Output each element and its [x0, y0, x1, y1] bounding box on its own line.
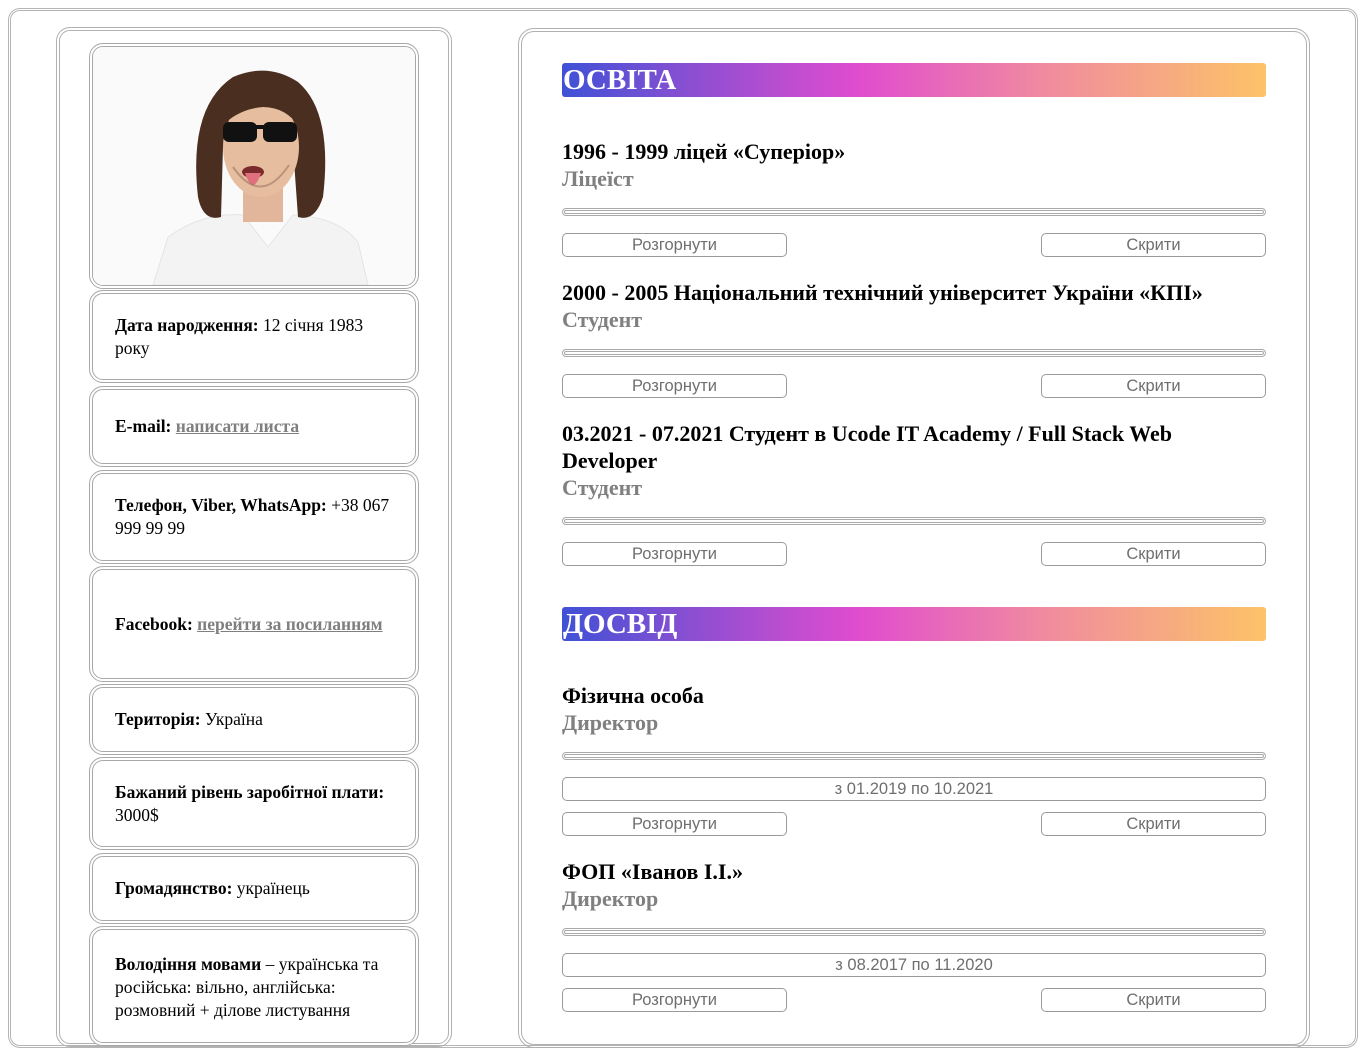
- hide-button[interactable]: Скрити: [1041, 542, 1266, 566]
- hide-button[interactable]: Скрити: [1041, 233, 1266, 257]
- birthdate-card: Дата народження: 12 січня 1983 року: [89, 290, 419, 383]
- languages-card: Володіння мовами – українська та російсь…: [89, 926, 419, 1046]
- territory-label: Територія:: [115, 709, 201, 729]
- salary-card: Бажаний рівень заробітної плати: 3000$: [89, 757, 419, 850]
- email-text: E-mail: написати листа: [115, 415, 395, 438]
- salary-label: Бажаний рівень заробітної плати:: [115, 781, 385, 802]
- territory-card: Територія: Україна: [89, 684, 419, 755]
- education-entry-title: 2000 - 2005 Національний технічний уніве…: [562, 280, 1203, 305]
- experience-period: з 01.2019 по 10.2021: [562, 777, 1266, 801]
- languages-label: Володіння мовами: [115, 954, 262, 974]
- experience-entry-title: ФОП «Іванов І.І.»: [562, 859, 743, 884]
- facebook-text: Facebook: перейти за посиланням: [115, 607, 395, 641]
- expand-button[interactable]: Розгорнути: [562, 233, 787, 257]
- avatar: [93, 47, 415, 285]
- experience-entry-title: Фізична особа: [562, 683, 704, 708]
- facebook-card: Facebook: перейти за посиланням: [89, 566, 419, 682]
- phone-text: Телефон, Viber, WhatsApp: +38 067 999 99…: [115, 494, 395, 540]
- education-entry-role: Студент: [562, 307, 643, 332]
- education-heading: ОСВІТА: [562, 63, 1266, 97]
- hide-button[interactable]: Скрити: [1041, 988, 1266, 1012]
- experience-heading: ДОСВІД: [562, 607, 1266, 641]
- experience-entry-role: Директор: [562, 886, 659, 911]
- hide-button[interactable]: Скрити: [1041, 374, 1266, 398]
- email-label: E-mail:: [115, 416, 172, 436]
- facebook-label: Facebook:: [115, 614, 193, 634]
- education-entry-title: 03.2021 - 07.2021 Студент в Ucode IT Aca…: [562, 421, 1173, 473]
- citizenship-value: українець: [232, 878, 310, 898]
- hide-button[interactable]: Скрити: [1041, 812, 1266, 836]
- email-card: E-mail: написати листа: [89, 386, 419, 467]
- divider: [562, 928, 1266, 936]
- phone-card: Телефон, Viber, WhatsApp: +38 067 999 99…: [89, 470, 419, 564]
- expand-button[interactable]: Розгорнути: [562, 542, 787, 566]
- citizenship-card: Громадянство: українець: [89, 853, 419, 924]
- expand-button[interactable]: Розгорнути: [562, 988, 787, 1012]
- citizenship-text: Громадянство: українець: [115, 877, 395, 900]
- experience-entry-role: Директор: [562, 710, 659, 735]
- expand-button[interactable]: Розгорнути: [562, 374, 787, 398]
- territory-text: Територія: Україна: [115, 708, 395, 731]
- facebook-link[interactable]: перейти за посиланням: [197, 614, 382, 634]
- languages-text: Володіння мовами – українська та російсь…: [115, 953, 395, 1022]
- phone-label: Телефон, Viber, WhatsApp:: [115, 495, 327, 515]
- divider: [562, 208, 1266, 216]
- salary-value: 3000$: [115, 804, 159, 825]
- divider: [562, 349, 1266, 357]
- territory-value: Україна: [200, 709, 263, 729]
- experience-period: з 08.2017 по 11.2020: [562, 953, 1266, 977]
- education-entry-role: Студент: [562, 475, 643, 500]
- divider: [562, 752, 1266, 760]
- citizenship-label: Громадянство:: [115, 878, 233, 898]
- birthdate-label: Дата народження:: [115, 314, 259, 335]
- email-link[interactable]: написати листа: [176, 416, 299, 436]
- profile-photo: [89, 43, 419, 289]
- birthdate-text: Дата народження: 12 січня 1983 року: [115, 314, 395, 360]
- education-entry-role: Ліцеїст: [562, 166, 634, 191]
- education-entry-title: 1996 - 1999 ліцей «Суперіор»: [562, 139, 846, 164]
- salary-text: Бажаний рівень заробітної плати: 3000$: [115, 781, 395, 827]
- expand-button[interactable]: Розгорнути: [562, 812, 787, 836]
- divider: [562, 517, 1266, 525]
